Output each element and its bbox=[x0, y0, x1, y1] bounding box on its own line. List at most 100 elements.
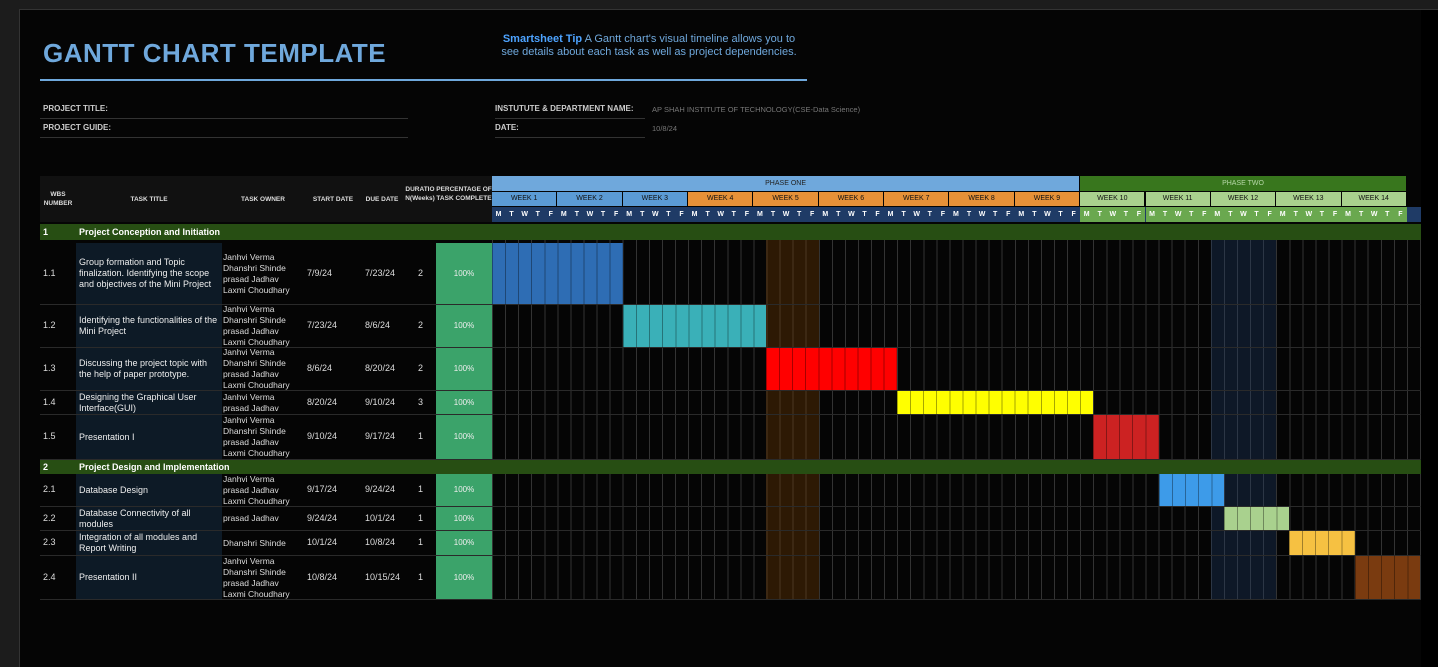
task-owner[interactable]: Janhvi Verma Dhanshri Shinde prasad Jadh… bbox=[223, 556, 305, 599]
gantt-bar[interactable] bbox=[1354, 556, 1420, 599]
task-owner[interactable]: Janhvi Verma prasad Jadhav bbox=[223, 391, 305, 414]
day-letter: T bbox=[600, 211, 606, 218]
task-title[interactable]: Presentation II bbox=[76, 556, 222, 599]
task-duration[interactable]: 1 bbox=[418, 484, 423, 494]
task-title[interactable]: Identifying the functionalities of the M… bbox=[76, 305, 222, 347]
day-letter: M bbox=[1345, 211, 1351, 218]
day-letter: T bbox=[666, 211, 671, 218]
project-guide-field[interactable] bbox=[40, 137, 408, 138]
gantt-bar[interactable] bbox=[1158, 474, 1224, 506]
tip-label: Smartsheet Tip bbox=[502, 33, 583, 45]
week-label: WEEK 12 bbox=[1210, 192, 1276, 206]
task-due-date[interactable]: 8/20/24 bbox=[365, 363, 395, 373]
task-title[interactable]: Group formation and Topic finalization. … bbox=[76, 243, 222, 304]
task-start-date[interactable]: 7/23/24 bbox=[307, 320, 337, 330]
task-percent-complete[interactable]: 100% bbox=[436, 305, 492, 347]
section-row: 1 Project Conception and Initiation bbox=[40, 224, 1421, 240]
gantt-bar[interactable] bbox=[492, 243, 623, 304]
task-percent-complete[interactable]: 100% bbox=[436, 474, 492, 506]
date-value[interactable]: 10/8/24 bbox=[652, 124, 677, 133]
day-letter: T bbox=[509, 211, 514, 218]
task-title[interactable]: Presentation I bbox=[76, 415, 222, 459]
day-letter: M bbox=[691, 211, 698, 218]
day-letter: T bbox=[535, 211, 540, 218]
task-due-date[interactable]: 10/1/24 bbox=[365, 513, 395, 523]
gantt-bar[interactable] bbox=[1093, 415, 1159, 459]
task-percent-complete[interactable]: 100% bbox=[436, 391, 492, 414]
task-owner-text: Janhvi Verma Dhanshri Shinde prasad Jadh… bbox=[223, 556, 290, 599]
task-due-date[interactable]: 8/6/24 bbox=[365, 320, 390, 330]
task-duration[interactable]: 1 bbox=[418, 572, 423, 582]
task-owner[interactable]: Janhvi Verma Dhanshri Shinde prasad Jadh… bbox=[223, 415, 305, 459]
week-label: WEEK 13 bbox=[1276, 192, 1341, 206]
task-owner-text: Janhvi Verma Dhanshri Shinde prasad Jadh… bbox=[223, 305, 290, 347]
task-due-date[interactable]: 10/8/24 bbox=[365, 537, 395, 547]
task-start-date[interactable]: 7/9/24 bbox=[307, 268, 332, 278]
task-duration[interactable]: 1 bbox=[418, 537, 423, 547]
task-due-date[interactable]: 9/17/24 bbox=[365, 431, 395, 441]
task-percent-complete[interactable]: 100% bbox=[436, 507, 492, 530]
task-owner[interactable]: prasad Jadhav bbox=[223, 507, 305, 530]
week-label: WEEK 14 bbox=[1341, 192, 1406, 206]
task-due-date[interactable]: 10/15/24 bbox=[365, 572, 400, 582]
task-owner[interactable]: Dhanshri Shinde bbox=[223, 531, 305, 555]
gantt-bar[interactable] bbox=[897, 391, 1094, 414]
day-letter: T bbox=[731, 211, 736, 218]
institute-underline bbox=[495, 118, 645, 119]
task-start-date[interactable]: 10/8/24 bbox=[307, 572, 337, 582]
task-title[interactable]: Database Design bbox=[76, 474, 222, 506]
task-due-date[interactable]: 9/10/24 bbox=[365, 397, 395, 407]
project-title-label: PROJECT TITLE: bbox=[43, 104, 108, 113]
day-letter: F bbox=[875, 211, 880, 218]
day-letter: M bbox=[822, 211, 829, 218]
task-due-date[interactable]: 7/23/24 bbox=[365, 268, 395, 278]
day-row: MTWTFMTWTFMTWTFMTWTFMTWTFMTWTFMTWTFMTWTF… bbox=[492, 207, 1421, 222]
day-letter: F bbox=[744, 211, 749, 218]
week-label: WEEK 1 bbox=[492, 192, 557, 206]
institute-label: INSTUTUTE & DEPARTMENT NAME: bbox=[495, 104, 634, 113]
task-duration[interactable]: 1 bbox=[418, 513, 423, 523]
task-title[interactable]: Designing the Graphical User Interface(G… bbox=[76, 391, 222, 414]
task-title[interactable]: Integration of all modules and Report Wr… bbox=[76, 531, 222, 555]
task-duration[interactable]: 2 bbox=[418, 268, 423, 278]
task-owner[interactable]: Janhvi Verma Dhanshri Shinde prasad Jadh… bbox=[223, 348, 305, 390]
gantt-bar[interactable] bbox=[1223, 507, 1290, 530]
project-title-field[interactable] bbox=[40, 118, 408, 119]
task-percent-complete[interactable]: 100% bbox=[436, 415, 492, 459]
date-label: DATE: bbox=[495, 123, 519, 132]
section-row: 2 Project Design and Implementation bbox=[40, 460, 1421, 474]
task-duration[interactable]: 2 bbox=[418, 320, 423, 330]
task-percent-complete[interactable]: 100% bbox=[436, 243, 492, 304]
day-letter: W bbox=[848, 211, 855, 218]
gantt-bar[interactable] bbox=[622, 305, 767, 347]
task-start-date[interactable]: 9/17/24 bbox=[307, 484, 337, 494]
task-start-date[interactable]: 9/10/24 bbox=[307, 431, 337, 441]
section-number: 2 bbox=[43, 462, 49, 472]
task-title[interactable]: Database Connectivity of all modules bbox=[76, 507, 222, 530]
task-duration[interactable]: 1 bbox=[418, 431, 423, 441]
task-owner[interactable]: Janhvi Verma prasad Jadhav Laxmi Choudha… bbox=[223, 474, 305, 506]
task-start-date[interactable]: 10/1/24 bbox=[307, 537, 337, 547]
row-header-bar bbox=[0, 9, 20, 667]
day-letter: W bbox=[1305, 211, 1313, 218]
week-label: WEEK 4 bbox=[688, 192, 753, 206]
gantt-bar[interactable] bbox=[1289, 531, 1355, 555]
day-letter: T bbox=[836, 211, 841, 218]
day-letter: W bbox=[978, 211, 986, 218]
task-duration[interactable]: 2 bbox=[418, 363, 423, 373]
task-percent-complete[interactable]: 100% bbox=[436, 531, 492, 555]
task-start-date[interactable]: 9/24/24 bbox=[307, 513, 337, 523]
task-percent-complete[interactable]: 100% bbox=[436, 348, 492, 390]
task-due-date[interactable]: 9/24/24 bbox=[365, 484, 395, 494]
task-start-date[interactable]: 8/6/24 bbox=[307, 363, 332, 373]
row-divider bbox=[40, 599, 1421, 600]
task-title[interactable]: Discussing the project topic with the he… bbox=[76, 348, 222, 390]
gantt-bar[interactable] bbox=[766, 348, 898, 390]
institute-value[interactable]: AP SHAH INSTITUTE OF TECHNOLOGY(CSE-Data… bbox=[652, 105, 860, 114]
task-duration[interactable]: 3 bbox=[418, 397, 423, 407]
task-owner[interactable]: Janhvi Verma Dhanshri Shinde prasad Jadh… bbox=[223, 305, 305, 347]
task-start-date[interactable]: 8/20/24 bbox=[307, 397, 337, 407]
task-percent-complete[interactable]: 100% bbox=[436, 556, 492, 599]
task-owner[interactable]: Janhvi Verma Dhanshri Shinde prasad Jadh… bbox=[223, 243, 305, 304]
day-letter: F bbox=[1006, 211, 1011, 218]
